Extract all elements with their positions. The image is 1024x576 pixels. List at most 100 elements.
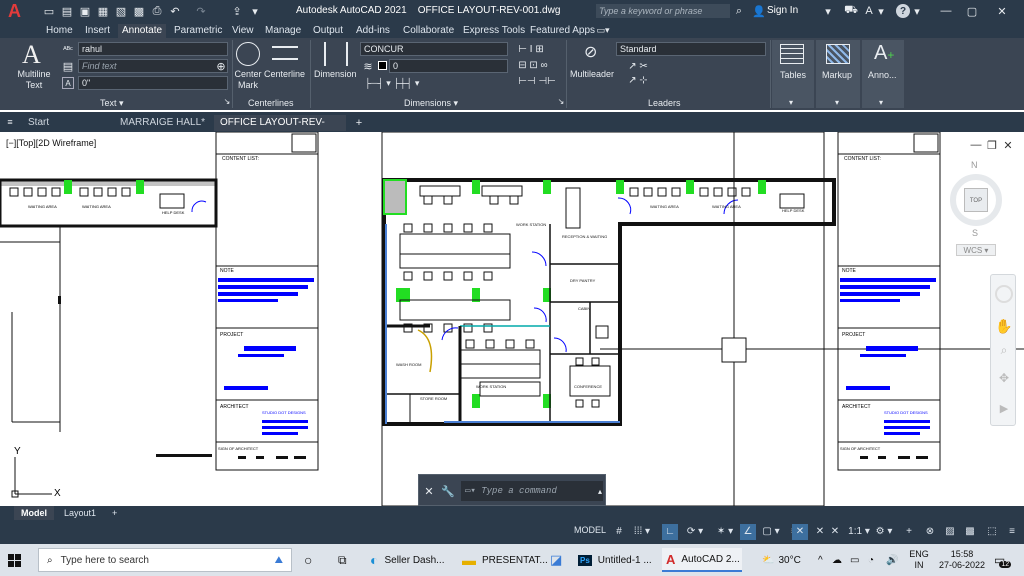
viewport-close-icon[interactable]: ✕ — [1002, 140, 1014, 152]
tray-chevron-icon[interactable]: ^ — [818, 548, 828, 572]
tray-volume-icon[interactable]: 🔊 — [886, 548, 900, 572]
auto-scale-icon[interactable]: ✕ — [812, 524, 828, 540]
clean-screen-icon[interactable]: ⬚ — [984, 524, 1000, 540]
hardware-icon[interactable]: ▩ — [962, 524, 978, 540]
task-view-icon[interactable]: ⧉ — [338, 548, 354, 572]
sign-in-link[interactable]: Sign In — [767, 5, 798, 16]
search-input[interactable]: Type a keyword or phrase — [596, 4, 730, 18]
isolate-objects-icon[interactable]: ⊗ — [922, 524, 938, 540]
dialog-launcher-icon[interactable]: ↘ — [556, 96, 566, 106]
cortana-icon[interactable]: ○ — [304, 548, 320, 572]
centerline-button[interactable]: Centerline — [264, 69, 305, 79]
viewcube-north[interactable]: N — [971, 160, 978, 170]
doc-tab-office-layout[interactable]: OFFICE LAYOUT-REV-001* ✕ — [214, 115, 346, 144]
user-icon[interactable]: 👤 — [752, 4, 766, 18]
tray-wifi-icon[interactable]: ◔ — [868, 548, 882, 572]
new-icon[interactable]: ▭ — [42, 4, 56, 18]
center-mark-button[interactable]: Center Mark — [230, 69, 266, 91]
taskbar-app-edge[interactable]: ◐ Seller Dash... — [370, 548, 454, 572]
share-icon[interactable]: ▩ — [132, 4, 146, 18]
redo-icon[interactable]: ↷ — [194, 4, 208, 18]
find-search-icon[interactable]: ⊕ — [214, 59, 228, 73]
dropdown-icon[interactable]: ▾ — [248, 4, 262, 18]
share-drawing-icon[interactable]: ⇪ — [230, 4, 244, 18]
viewport-restore-icon[interactable]: ❐ — [986, 140, 998, 152]
layout-tab-layout1[interactable]: Layout1 — [64, 506, 96, 520]
centerline-icon[interactable] — [272, 46, 298, 60]
search-icon[interactable]: ⌕ — [732, 4, 746, 18]
clock[interactable]: 15:58 27-06-2022 — [936, 548, 988, 572]
ortho-icon[interactable]: ∟ — [662, 524, 678, 540]
drawing-canvas[interactable]: [−][Top][2D Wireframe] WAITING AREA WAIT… — [0, 132, 1024, 506]
tab-home[interactable]: Home — [46, 24, 73, 38]
tab-collaborate[interactable]: Collaborate — [403, 24, 454, 38]
viewcube[interactable]: N TOP S WCS ▾ — [944, 160, 1008, 270]
text-height-select[interactable]: 0" — [78, 76, 228, 90]
customize-icon[interactable]: 🔧 — [441, 484, 455, 498]
snap-icon[interactable]: ⁞⁞⁞ ▾ — [630, 524, 654, 540]
polar-icon[interactable]: ⟳ ▾ — [682, 524, 708, 540]
zoom-icon[interactable]: ⌕ — [995, 341, 1013, 359]
annotation-scale-value[interactable]: 1:1 ▾ — [846, 524, 872, 540]
wcs-menu[interactable]: WCS ▾ — [956, 244, 996, 256]
dropdown-icon[interactable]: ▾ — [822, 4, 834, 18]
workspace-gear-icon[interactable]: ⚙ ▾ — [872, 524, 896, 540]
steering-wheel-icon[interactable] — [995, 285, 1013, 303]
markup-button[interactable]: Markup ▾ — [816, 40, 860, 108]
save-icon[interactable]: ▣ — [78, 4, 92, 18]
tab-parametric[interactable]: Parametric — [174, 24, 222, 38]
orbit-icon[interactable]: ✥ — [995, 369, 1013, 387]
grid-icon[interactable]: # — [612, 524, 626, 540]
doc-tab-marraige-hall[interactable]: MARRAIGE HALL* ✕ — [114, 115, 212, 144]
weather-widget[interactable]: ⛅ 30°C — [762, 548, 812, 572]
autodesk-a360-icon[interactable]: A — [862, 4, 876, 18]
minimize-icon[interactable]: — — [936, 4, 956, 18]
graphics-performance-icon[interactable]: ▨ — [942, 524, 958, 540]
find-icon[interactable]: ▤ — [62, 60, 74, 73]
tab-manage[interactable]: Manage — [265, 24, 301, 38]
viewcube-top-face[interactable]: TOP — [964, 188, 988, 212]
doc-tab-start[interactable]: Start — [22, 115, 112, 131]
check-spelling-icon[interactable]: ᴬᴮᶜ — [62, 43, 74, 55]
viewport-minimize-icon[interactable]: — — [970, 139, 982, 151]
tab-add-ins[interactable]: Add-ins — [356, 24, 390, 38]
dimensions-panel-label[interactable]: Dimensions ▾ — [404, 98, 458, 109]
undo-icon[interactable]: ↶ — [168, 4, 182, 18]
notification-center-icon[interactable]: ▭ 12 — [994, 548, 1016, 572]
annotation-scale-icon[interactable]: ✕ — [828, 524, 842, 540]
multiline-text-icon[interactable]: A — [22, 40, 41, 70]
layer-icon[interactable]: ≋ — [362, 60, 374, 73]
multiline-text-button[interactable]: Multiline Text — [14, 69, 54, 91]
center-mark-icon[interactable] — [236, 42, 260, 66]
find-text-input[interactable]: Find text — [78, 59, 228, 73]
dim-edit-icons[interactable]: ⊢ Ⅰ ⊞ ⊟ ⊡ ∞ ⊢⊣ ⊣⊢ — [512, 42, 562, 90]
file-tabs-menu-icon[interactable]: ≡ — [4, 116, 16, 128]
taskbar-file-icon[interactable]: ◪ — [550, 548, 566, 572]
save-as-icon[interactable]: ▦ — [96, 4, 110, 18]
object-snap-icon[interactable]: ▢ ▾ — [758, 524, 784, 540]
command-history-icon[interactable]: ▴ — [595, 484, 605, 498]
multileader-style-select[interactable]: Standard — [616, 42, 766, 56]
showmotion-icon[interactable]: ▶ — [995, 399, 1013, 417]
text-panel-label[interactable]: Text ▾ — [100, 98, 124, 109]
multileader-button[interactable]: Multileader — [570, 69, 614, 79]
autocad-logo-icon[interactable]: A — [8, 2, 26, 20]
new-tab-icon[interactable]: + — [352, 116, 366, 130]
dialog-launcher-icon[interactable]: ↘ — [222, 96, 232, 106]
isodraft-icon[interactable]: ✶ ▾ — [712, 524, 738, 540]
dim-tools-icon[interactable]: ├─┤ ▾ ├┼┤ ▾ — [362, 77, 422, 89]
tab-view[interactable]: View — [232, 24, 254, 38]
start-button[interactable] — [8, 548, 28, 572]
taskbar-app-powerpoint[interactable]: ▬ PRESENTAT... — [462, 548, 548, 572]
open-icon[interactable]: ▤ — [60, 4, 74, 18]
ribbon-options-icon[interactable]: ▭▾ — [596, 24, 610, 36]
object-snap-tracking-icon[interactable]: ∠ — [740, 524, 756, 540]
leader-tools-icon[interactable]: ↗ ✂ ↗ ⊹ — [618, 59, 658, 89]
taskbar-app-photoshop[interactable]: Ps Untitled-1 ... — [578, 548, 658, 572]
cart-icon[interactable]: ⛟ — [844, 4, 858, 18]
layout-tab-model[interactable]: Model — [14, 506, 54, 520]
add-icon[interactable]: + — [902, 524, 916, 540]
close-icon[interactable]: ✕ — [992, 4, 1012, 18]
tab-insert[interactable]: Insert — [85, 24, 110, 38]
tray-onedrive-icon[interactable]: ☁ — [832, 548, 846, 572]
